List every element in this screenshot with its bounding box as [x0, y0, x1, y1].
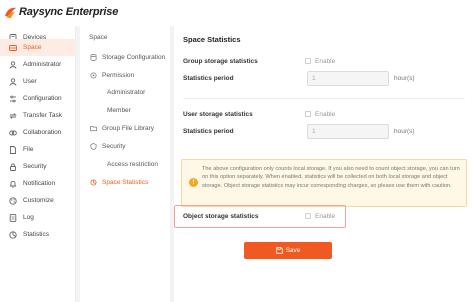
subnav-item-member[interactable]: Member	[80, 103, 170, 118]
group-statistics-period-label: Statistics period	[183, 75, 234, 82]
app-title: Raysync Enterprise	[19, 6, 119, 18]
group-storage-label: Group storage statistics	[183, 58, 258, 65]
shield-icon	[89, 143, 97, 151]
sidebar-item-label: Administrator	[23, 61, 62, 68]
sidebar-item-label: Security	[23, 163, 47, 170]
subnav-item-label: Access restriction	[107, 161, 158, 168]
user-storage-enable-label[interactable]: Enable	[315, 111, 335, 118]
user-statistics-period-input[interactable]: 1	[307, 124, 389, 139]
statistics-icon	[89, 179, 97, 187]
save-icon	[275, 247, 283, 254]
object-storage-label: Object storage statistics	[183, 213, 259, 220]
sidebar-item-label: User	[23, 78, 37, 85]
warning-icon: !	[189, 178, 198, 187]
main-content: Space Statistics Group storage statistic…	[174, 26, 474, 302]
sidebar-item-label: Transfer Task	[23, 112, 63, 119]
sidebar-item-transfer-task[interactable]: Transfer Task	[0, 107, 76, 124]
folder-icon	[89, 125, 97, 133]
group-storage-enable-checkbox[interactable]	[305, 58, 311, 64]
notification-icon	[8, 179, 17, 188]
object-storage-enable-label[interactable]: Enable	[315, 213, 335, 220]
storage-icon	[89, 54, 97, 62]
page-title: Space Statistics	[183, 35, 241, 44]
subnav-item-administrator[interactable]: Administrator	[80, 85, 170, 100]
sidebar-item-space[interactable]: Space	[0, 39, 76, 56]
sidebar-item-administrator[interactable]: Administrator	[0, 56, 76, 73]
user-period-unit: hour(s)	[394, 128, 415, 135]
sidebar-item-label: Log	[23, 214, 34, 221]
save-button[interactable]: Save	[244, 242, 332, 259]
sidebar-item-configuration[interactable]: Configuration	[0, 90, 76, 107]
group-period-unit: hour(s)	[394, 75, 415, 82]
sidebar-item-label: Collaboration	[23, 129, 62, 136]
user-storage-label: User storage statistics	[183, 111, 253, 118]
sidebar-item-label: Configuration	[23, 95, 62, 102]
sidebar-item-log[interactable]: Log	[0, 209, 76, 226]
permission-icon	[89, 72, 97, 80]
user-statistics-period-label: Statistics period	[183, 128, 234, 135]
subnav-item-label: Storage Configuration	[102, 54, 166, 61]
group-storage-enable-label[interactable]: Enable	[315, 58, 335, 65]
subnav-item-label: Space Statistics	[102, 179, 149, 186]
subnav-item-permission[interactable]: Permission	[80, 68, 170, 83]
file-icon	[8, 145, 17, 154]
subnav-item-label: Administrator	[107, 89, 146, 96]
subnav-item-label: Permission	[102, 72, 135, 79]
statistics-icon	[8, 230, 17, 239]
subnav-header: Space	[89, 34, 108, 41]
sidebar-item-collaboration[interactable]: Collaboration	[0, 124, 76, 141]
customize-icon	[8, 196, 17, 205]
notice-text: The above configuration only counts loca…	[202, 166, 460, 189]
object-storage-enable-checkbox[interactable]	[305, 213, 311, 219]
sidebar-item-label: Statistics	[23, 231, 50, 238]
secondary-sidebar: Space Storage Configuration Permission A…	[80, 26, 170, 302]
administrator-icon	[8, 60, 17, 69]
log-icon	[8, 213, 17, 222]
sidebar-item-security[interactable]: Security	[0, 158, 76, 175]
subnav-item-security[interactable]: Security	[80, 139, 170, 154]
sidebar-item-statistics[interactable]: Statistics	[0, 226, 76, 243]
subnav-item-label: Member	[107, 107, 131, 114]
user-storage-enable-checkbox[interactable]	[305, 111, 311, 117]
sidebar-item-label: Customize	[23, 197, 54, 204]
collaboration-icon	[8, 128, 17, 137]
primary-sidebar: Devices Space Administrator User Configu…	[0, 26, 76, 302]
object-storage-notice: ! The above configuration only counts lo…	[181, 159, 467, 207]
sidebar-item-label: File	[23, 146, 34, 153]
subnav-item-space-statistics[interactable]: Space Statistics	[80, 175, 170, 190]
sidebar-item-user[interactable]: User	[0, 73, 76, 90]
group-statistics-period-input[interactable]: 1	[307, 71, 389, 86]
sidebar-item-label: Space	[23, 44, 42, 51]
sidebar-item-customize[interactable]: Customize	[0, 192, 76, 209]
subnav-item-access-restriction[interactable]: Access restriction	[80, 157, 170, 172]
sidebar-item-notification[interactable]: Notification	[0, 175, 76, 192]
security-icon	[8, 162, 17, 171]
subnav-item-label: Security	[102, 143, 126, 150]
subnav-item-group-file-library[interactable]: Group File Library	[80, 121, 170, 136]
sidebar-item-label: Notification	[23, 180, 56, 187]
subnav-item-storage-configuration[interactable]: Storage Configuration	[80, 50, 170, 65]
space-icon	[8, 43, 17, 52]
subnav-item-label: Group File Library	[102, 125, 155, 132]
user-icon	[8, 77, 17, 86]
section-divider	[183, 98, 465, 99]
top-bar: Raysync Enterprise	[0, 0, 474, 26]
sidebar-item-file[interactable]: File	[0, 141, 76, 158]
raysync-logo-icon	[5, 7, 16, 18]
configuration-icon	[8, 94, 17, 103]
transfer-task-icon	[8, 111, 17, 120]
